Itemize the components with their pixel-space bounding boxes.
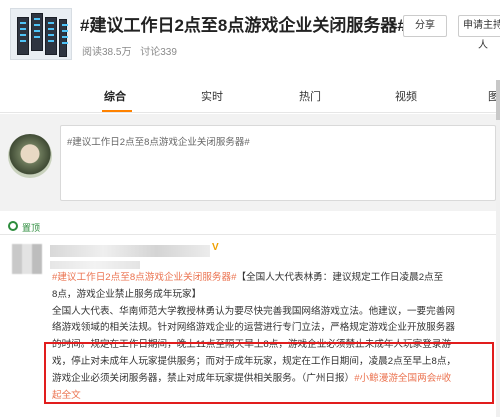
discussion-count: 讨论339 — [140, 47, 177, 58]
post-author-avatar[interactable] — [12, 244, 42, 274]
apply-host-button[interactable]: 申请主持人 — [458, 15, 500, 51]
hashtag-link[interactable]: #建议工作日2点至8点游戏企业关闭服务器# — [52, 272, 236, 283]
divider — [0, 234, 500, 235]
post-text-span: 【全国人大代表林勇：建议规定工作日凌晨2点至 — [236, 272, 444, 283]
compose-input[interactable]: #建议工作日2点至8点游戏企业关闭服务器# — [60, 125, 496, 201]
user-avatar[interactable] — [8, 134, 52, 178]
post-meta — [50, 261, 140, 269]
pinned-label: 置顶 — [22, 223, 41, 233]
post-line: 全国人大代表、华南师范大学教授林勇认为要尽快完善我国网络游戏立法。他建议，一要完… — [52, 305, 455, 317]
topic-stats: 阅读38.5万 讨论339 — [82, 43, 177, 58]
scrollbar[interactable] — [496, 80, 500, 417]
pinned-bar: 置顶 — [0, 219, 500, 235]
post-line: 络游戏领域的相关法规。针对网络游戏企业的运营进行专门立法，严格规定游戏企业开放服… — [52, 322, 455, 334]
page-title: #建议工作日2点至8点游戏企业关闭服务器# — [80, 16, 407, 35]
verified-icon: V — [212, 242, 219, 253]
read-count: 阅读38.5万 — [82, 47, 132, 58]
active-tab-indicator — [102, 110, 132, 112]
scrollbar-thumb[interactable] — [496, 80, 500, 120]
highlight-box — [44, 342, 494, 404]
topic-tabs: 综合 实时 热门 视频 图 — [0, 81, 500, 113]
compose-area: #建议工作日2点至8点游戏企业关闭服务器# — [0, 114, 500, 211]
topic-header: #建议工作日2点至8点游戏企业关闭服务器# 阅读38.5万 讨论339 分享 申… — [0, 0, 500, 72]
post-author-name[interactable] — [50, 245, 210, 257]
compose-text: #建议工作日2点至8点游戏企业关闭服务器# — [67, 137, 250, 148]
tab-video[interactable]: 视频 — [395, 88, 417, 104]
post-line: #建议工作日2点至8点游戏企业关闭服务器#【全国人大代表林勇：建议规定工作日凌晨… — [52, 270, 492, 287]
tab-hot[interactable]: 热门 — [299, 88, 321, 104]
share-button[interactable]: 分享 — [403, 15, 447, 37]
post: V #建议工作日2点至8点游戏企业关闭服务器#【全国人大代表林勇：建议规定工作日… — [0, 236, 500, 417]
tab-comprehensive[interactable]: 综合 — [104, 88, 126, 104]
pin-icon — [8, 221, 18, 231]
post-line: 8点，游戏企业禁止服务成年玩家】 — [52, 288, 202, 300]
topic-image — [10, 8, 72, 60]
tab-realtime[interactable]: 实时 — [201, 88, 223, 104]
